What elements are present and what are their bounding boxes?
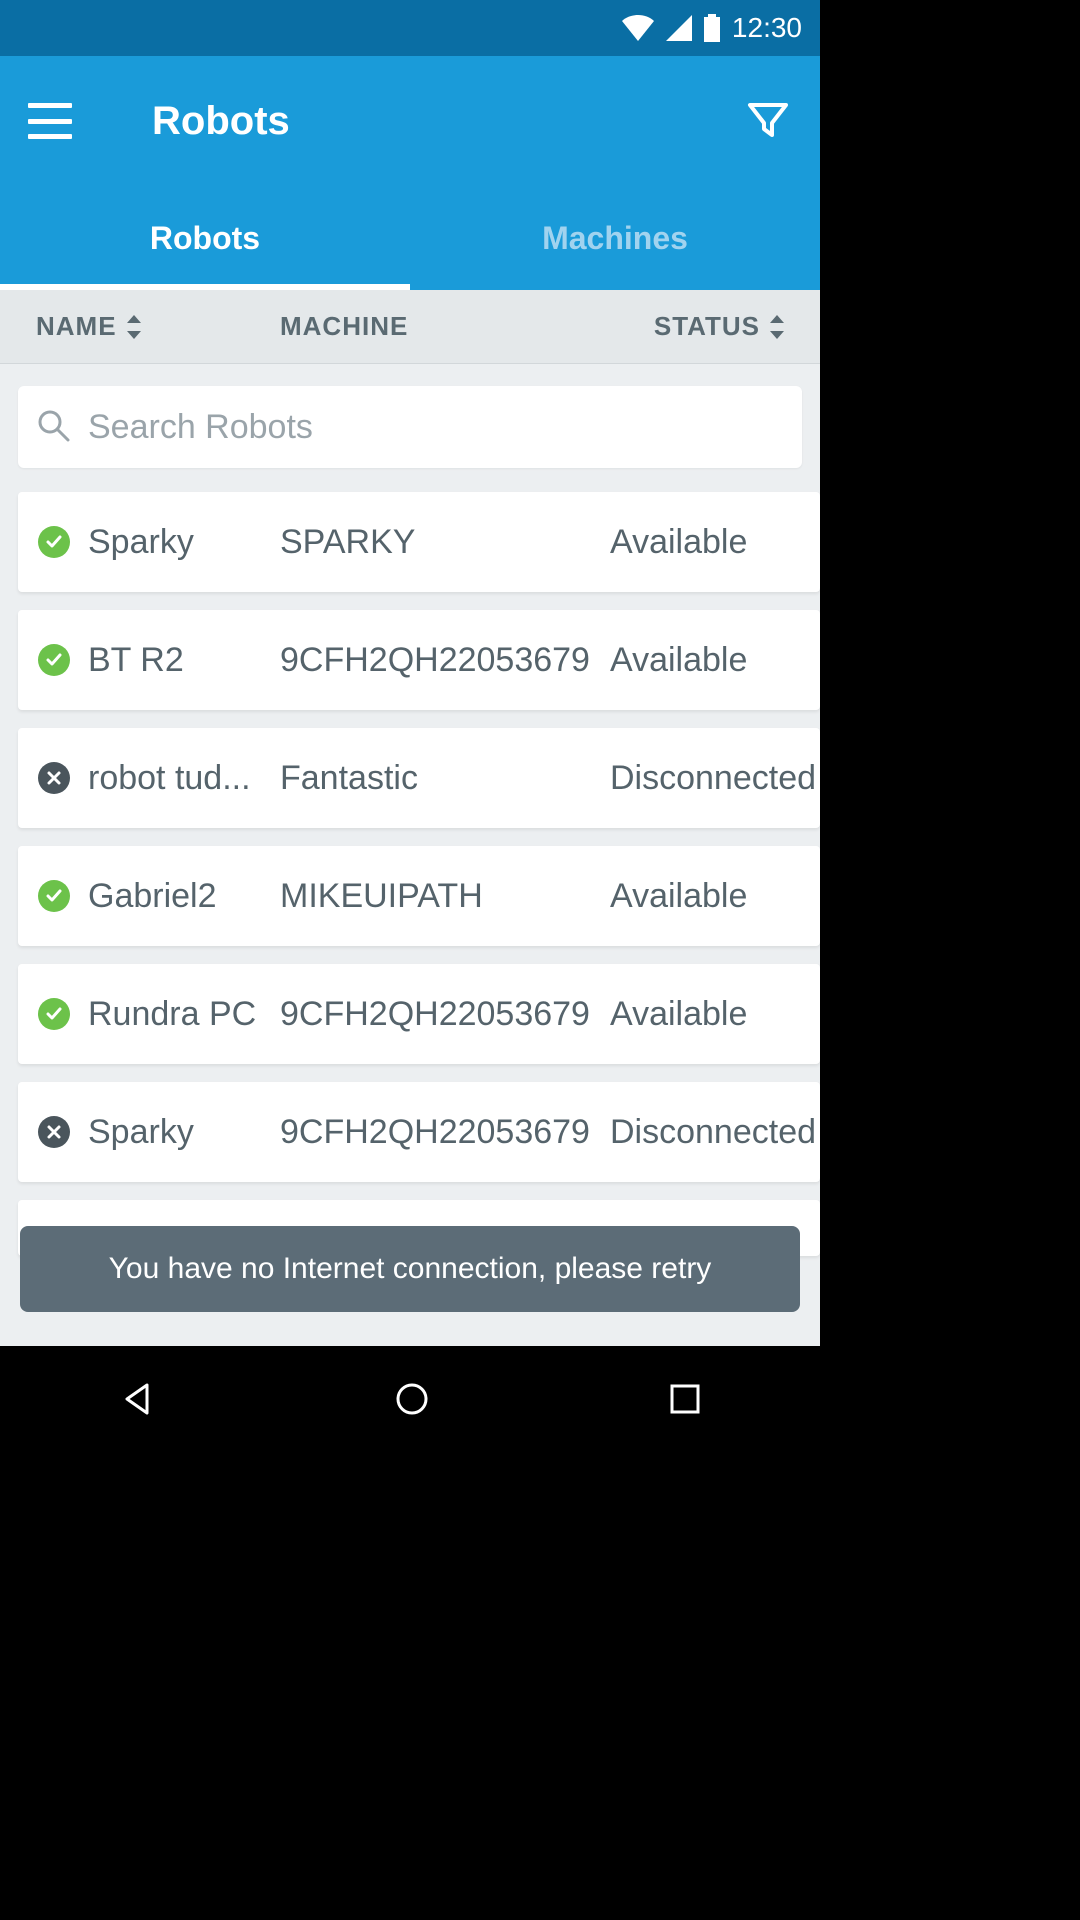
robot-name: Rundra PC bbox=[88, 995, 280, 1034]
table-row[interactable]: Sparky9CFH2QH22053679Disconnected bbox=[18, 1082, 820, 1182]
robot-status: Available bbox=[610, 641, 820, 680]
robot-name: Sparky bbox=[88, 1113, 280, 1152]
column-status[interactable]: STATUS bbox=[574, 311, 784, 342]
snackbar[interactable]: You have no Internet connection, please … bbox=[20, 1226, 800, 1312]
robot-machine: 9CFH2QH22053679 bbox=[280, 995, 610, 1034]
search-field[interactable] bbox=[18, 386, 802, 468]
status-icon bbox=[38, 880, 70, 912]
recents-button[interactable] bbox=[669, 1383, 701, 1420]
robot-machine: SPARKY bbox=[280, 523, 610, 562]
home-button[interactable] bbox=[394, 1381, 430, 1422]
menu-button[interactable] bbox=[28, 103, 72, 139]
robot-machine: MIKEUIPATH bbox=[280, 877, 610, 916]
battery-icon bbox=[704, 14, 720, 42]
robot-status: Available bbox=[610, 877, 820, 916]
robot-name: Gabriel2 bbox=[88, 877, 280, 916]
tab-label: Machines bbox=[542, 220, 688, 257]
filter-button[interactable] bbox=[744, 97, 792, 145]
table-row[interactable]: Rundra PC9CFH2QH22053679Available bbox=[18, 964, 820, 1064]
robot-status: Available bbox=[610, 995, 820, 1034]
cellular-icon bbox=[666, 15, 692, 41]
robot-name: BT R2 bbox=[88, 641, 280, 680]
status-icon bbox=[38, 644, 70, 676]
robot-status: Available bbox=[610, 523, 820, 562]
status-icon bbox=[38, 762, 70, 794]
robot-name: robot tud... bbox=[88, 759, 280, 798]
column-name[interactable]: NAME bbox=[36, 311, 280, 342]
column-machine[interactable]: MACHINE bbox=[280, 311, 574, 342]
tabs: Robots Machines bbox=[0, 186, 820, 290]
robot-status: Disconnected bbox=[610, 1113, 820, 1152]
tab-machines[interactable]: Machines bbox=[410, 186, 820, 290]
page-title: Robots bbox=[152, 99, 744, 144]
app-bar: Robots Robots Machines bbox=[0, 56, 820, 290]
status-time: 12:30 bbox=[732, 12, 802, 44]
sort-icon bbox=[770, 315, 784, 339]
table-row[interactable]: SparkySPARKYAvailable bbox=[18, 492, 820, 592]
status-icon bbox=[38, 526, 70, 558]
table-row[interactable]: robot tud...FantasticDisconnected bbox=[18, 728, 820, 828]
sort-icon bbox=[127, 315, 141, 339]
table-row[interactable]: BT R29CFH2QH22053679Available bbox=[18, 610, 820, 710]
robot-machine: 9CFH2QH22053679 bbox=[280, 1113, 610, 1152]
back-button[interactable] bbox=[119, 1381, 155, 1422]
status-icon bbox=[38, 1116, 70, 1148]
search-icon bbox=[36, 408, 70, 447]
column-headers: NAME MACHINE STATUS bbox=[0, 290, 820, 364]
robot-status: Disconnected bbox=[610, 759, 820, 798]
table-row[interactable]: Gabriel2MIKEUIPATHAvailable bbox=[18, 846, 820, 946]
wifi-icon bbox=[622, 15, 654, 41]
robot-machine: Fantastic bbox=[280, 759, 610, 798]
status-bar: 12:30 bbox=[0, 0, 820, 56]
robot-machine: 9CFH2QH22053679 bbox=[280, 641, 610, 680]
tab-robots[interactable]: Robots bbox=[0, 186, 410, 290]
android-navbar bbox=[0, 1346, 820, 1456]
snackbar-text: You have no Internet connection, please … bbox=[109, 1252, 712, 1285]
tab-label: Robots bbox=[150, 220, 260, 257]
robot-name: Sparky bbox=[88, 523, 280, 562]
status-icon bbox=[38, 998, 70, 1030]
search-input[interactable] bbox=[88, 408, 784, 447]
filter-icon bbox=[746, 97, 790, 146]
